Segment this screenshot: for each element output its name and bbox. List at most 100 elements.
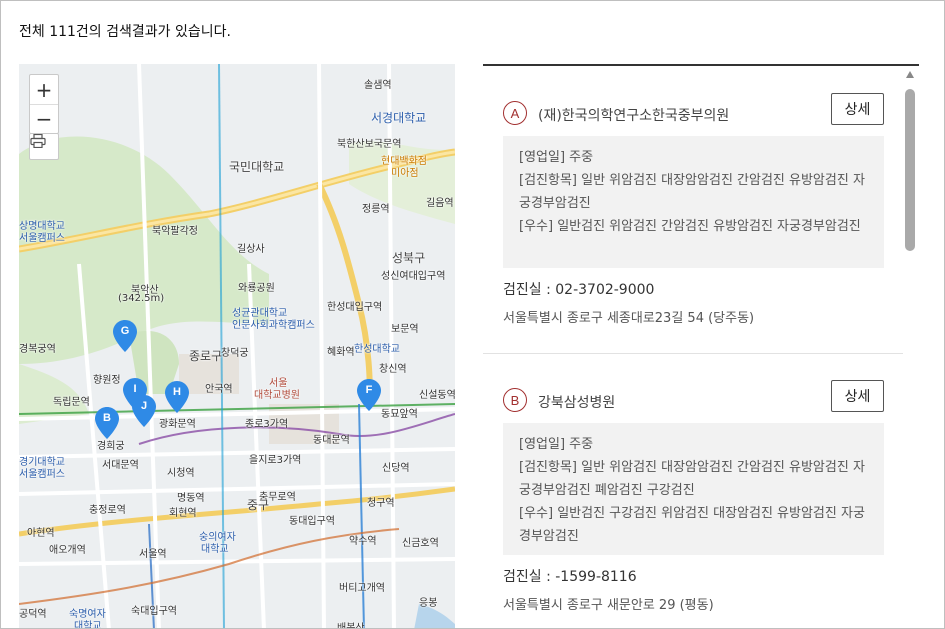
map-marker-b[interactable]: B — [95, 407, 119, 439]
printer-icon — [30, 134, 46, 148]
map-label-sinseoldong: 신설동역 — [419, 390, 455, 401]
result-hours: [영업일] 주중 — [519, 437, 594, 452]
map-label-gwanghwamun: 광화문역 — [159, 419, 196, 430]
map-label-cityhall: 시청역 — [167, 468, 195, 479]
map-label-dongmyo: 동묘앞역 — [381, 409, 418, 420]
map-view[interactable]: 솔샘역 서경대학교 북한산보국문역 국민대학교 현대백화점 미아점 정릉역 길음… — [19, 64, 455, 629]
result-info-box: [영업일] 주중 [검진항목] 일반 위암검진 대장암암검진 간암검진 유방암검… — [503, 423, 884, 555]
map-label-hoehyeon: 회현역 — [169, 508, 197, 519]
map-label-gongdeok: 공덕역 — [19, 609, 47, 620]
map-label-jeongneung: 정릉역 — [362, 204, 390, 215]
marker-letter: B — [103, 412, 111, 424]
map-label-junggu: 중구 — [247, 498, 270, 512]
marker-letter: I — [133, 383, 137, 395]
result-phone: 검진실 : -1599-8116 — [503, 569, 637, 585]
map-label-gyeonghuigung: 경희궁 — [97, 441, 125, 452]
map-label-changdeokgung: 창덕궁 — [221, 348, 249, 359]
map-label-gireum: 길음역 — [426, 198, 454, 209]
map-label-gyeongbokgung: 경복궁역 — [19, 344, 56, 355]
detail-button[interactable]: 상세 — [831, 380, 884, 412]
map-label-snuh-2: 대학교병원 — [254, 390, 300, 401]
result-item-b[interactable]: B 강북삼성병원 상세 [영업일] 주중 [검진항목] 일반 위암검진 대장암암… — [483, 380, 903, 628]
result-phone: 검진실 : 02-3702-9000 — [503, 282, 655, 298]
result-name[interactable]: 강북삼성병원 — [538, 392, 615, 412]
map-label-singeumho: 신금호역 — [402, 538, 439, 549]
map-label-solsaem: 솔샘역 — [364, 80, 392, 91]
result-name[interactable]: (재)한국의학연구소한국중부의원 — [538, 105, 729, 125]
map-label-hyangwon: 향원정 — [93, 375, 121, 386]
marker-letter: F — [365, 384, 373, 396]
map-label-myeongdong: 명동역 — [177, 493, 205, 504]
map-label-seongbuk-gu: 성북구 — [392, 251, 426, 265]
zoom-out-button[interactable]: − — [30, 104, 58, 133]
map-label-sangmyung-campus: 서울캠퍼스 — [19, 233, 65, 244]
marker-letter: J — [140, 400, 148, 412]
map-label-bukhansan: 북한산보국문역 — [337, 139, 402, 150]
map-marker-g[interactable]: G — [113, 320, 137, 352]
map-label-seodaemun: 서대문역 — [102, 460, 139, 471]
list-scrollbar[interactable] — [903, 71, 917, 628]
result-info-box: [영업일] 주중 [검진항목] 일반 위암검진 대장암암검진 간암검진 유방암검… — [503, 136, 884, 268]
map-label-sungeui-2: 대학교 — [201, 544, 229, 555]
scroll-thumb[interactable] — [905, 89, 915, 251]
map-label-cheonggu: 청구역 — [367, 498, 395, 509]
map-label-ahyeon: 아현역 — [27, 528, 55, 539]
map-marker-j[interactable]: J — [132, 395, 156, 427]
result-header: B 강북삼성병원 상세 — [503, 380, 884, 416]
map-label-euljiro3ga: 을지로3가역 — [249, 455, 302, 466]
detail-button[interactable]: 상세 — [831, 93, 884, 125]
result-item-a[interactable]: A (재)한국의학연구소한국중부의원 상세 [영업일] 주중 [검진항목] 일반… — [483, 93, 903, 354]
map-label-hansung-univ: 한성대학교 — [354, 344, 400, 355]
map-marker-h[interactable]: H — [165, 381, 189, 413]
result-address: 서울특별시 종로구 세종대로23길 54 (당주동) — [503, 311, 755, 326]
map-label-yaksu: 약수역 — [349, 536, 377, 547]
map-label-anguk: 안국역 — [205, 384, 233, 395]
map-label-sookdae: 숙대입구역 — [131, 606, 177, 617]
marker-letter: H — [173, 386, 181, 398]
map-label-jongno-gu: 종로구 — [189, 349, 223, 363]
result-list[interactable]: A (재)한국의학연구소한국중부의원 상세 [영업일] 주중 [검진항목] 일반… — [483, 64, 919, 628]
map-label-kookmin-univ: 국민대학교 — [229, 160, 285, 174]
map-label-hansung-station: 한성대입구역 — [327, 302, 383, 313]
map-label-bugakpalgakjeong: 북악팔각정 — [152, 226, 198, 237]
page-frame: 전체 111건의 검색결과가 있습니다. 솔샘역 서경대학교 북한산보국문역 국… — [0, 0, 945, 629]
result-exam-items: [검진항목] 일반 위암검진 대장암암검진 간암검진 유방암검진 자궁경부암검진 — [519, 173, 865, 211]
map-label-seoul-station: 서울역 — [139, 549, 167, 560]
result-exam-items: [검진항목] 일반 위암검진 대장암암검진 간암검진 유방암검진 자궁경부암검진… — [519, 460, 865, 498]
map-label-chungjeongno: 충정로역 — [89, 505, 126, 516]
result-letter-badge: A — [503, 101, 527, 125]
zoom-in-button[interactable]: + — [30, 75, 58, 104]
map-label-gyeonggi-campus: 서울캠퍼스 — [19, 469, 65, 480]
map-label-hyehwa: 혜화역 — [327, 347, 355, 358]
map-label-sindang: 신당역 — [382, 463, 410, 474]
map-label-dongnimmun: 독립문역 — [53, 397, 90, 408]
map-label-skku-campus: 인문사회과학캠퍼스 — [232, 320, 315, 331]
map-label-sookmyung-2: 대학교 — [74, 621, 102, 629]
map-label-eungbong: 응봉 — [419, 598, 438, 609]
result-header: A (재)한국의학연구소한국중부의원 상세 — [503, 93, 884, 129]
map-label-aeogae: 애오개역 — [49, 545, 86, 556]
map-label-waryong: 와룡공원 — [238, 283, 275, 294]
map-label-sungshin: 성신여대입구역 — [381, 271, 446, 282]
map-label-dongdaemun: 동대문역 — [313, 435, 350, 446]
result-excellent: [우수] 일반검진 위암검진 간암검진 유방암검진 자궁경부암검진 — [519, 219, 861, 234]
scroll-up-arrow-icon[interactable] — [906, 71, 914, 78]
result-count-text: 전체 111건의 검색결과가 있습니다. — [19, 24, 231, 40]
map-label-changsin: 창신역 — [379, 364, 407, 375]
map-label-bomun: 보문역 — [391, 324, 419, 335]
map-marker-f[interactable]: F — [357, 379, 381, 411]
zoom-control: + − — [29, 74, 59, 134]
map-label-beotigogae: 버티고개역 — [339, 583, 385, 594]
map-label-gilsangsa: 길상사 — [237, 244, 265, 255]
result-letter-badge: B — [503, 388, 527, 412]
print-button[interactable] — [29, 133, 59, 160]
marker-letter: G — [120, 325, 130, 337]
map-label-dongdaeipgu: 동대입구역 — [289, 516, 335, 527]
result-hours: [영업일] 주중 — [519, 150, 594, 165]
map-label-seokyeong-univ: 서경대학교 — [371, 111, 427, 125]
map-label-jongno3ga: 종로3가역 — [245, 419, 289, 430]
map-label-bugaksan-height: (342.5m) — [118, 293, 165, 304]
result-address: 서울특별시 종로구 새문안로 29 (평동) — [503, 598, 714, 613]
result-excellent: [우수] 일반검진 구강검진 위암검진 대장암검진 유방암검진 자궁경부암검진 — [519, 506, 865, 544]
map-label-baebongsan: 배봉산 — [337, 623, 365, 629]
